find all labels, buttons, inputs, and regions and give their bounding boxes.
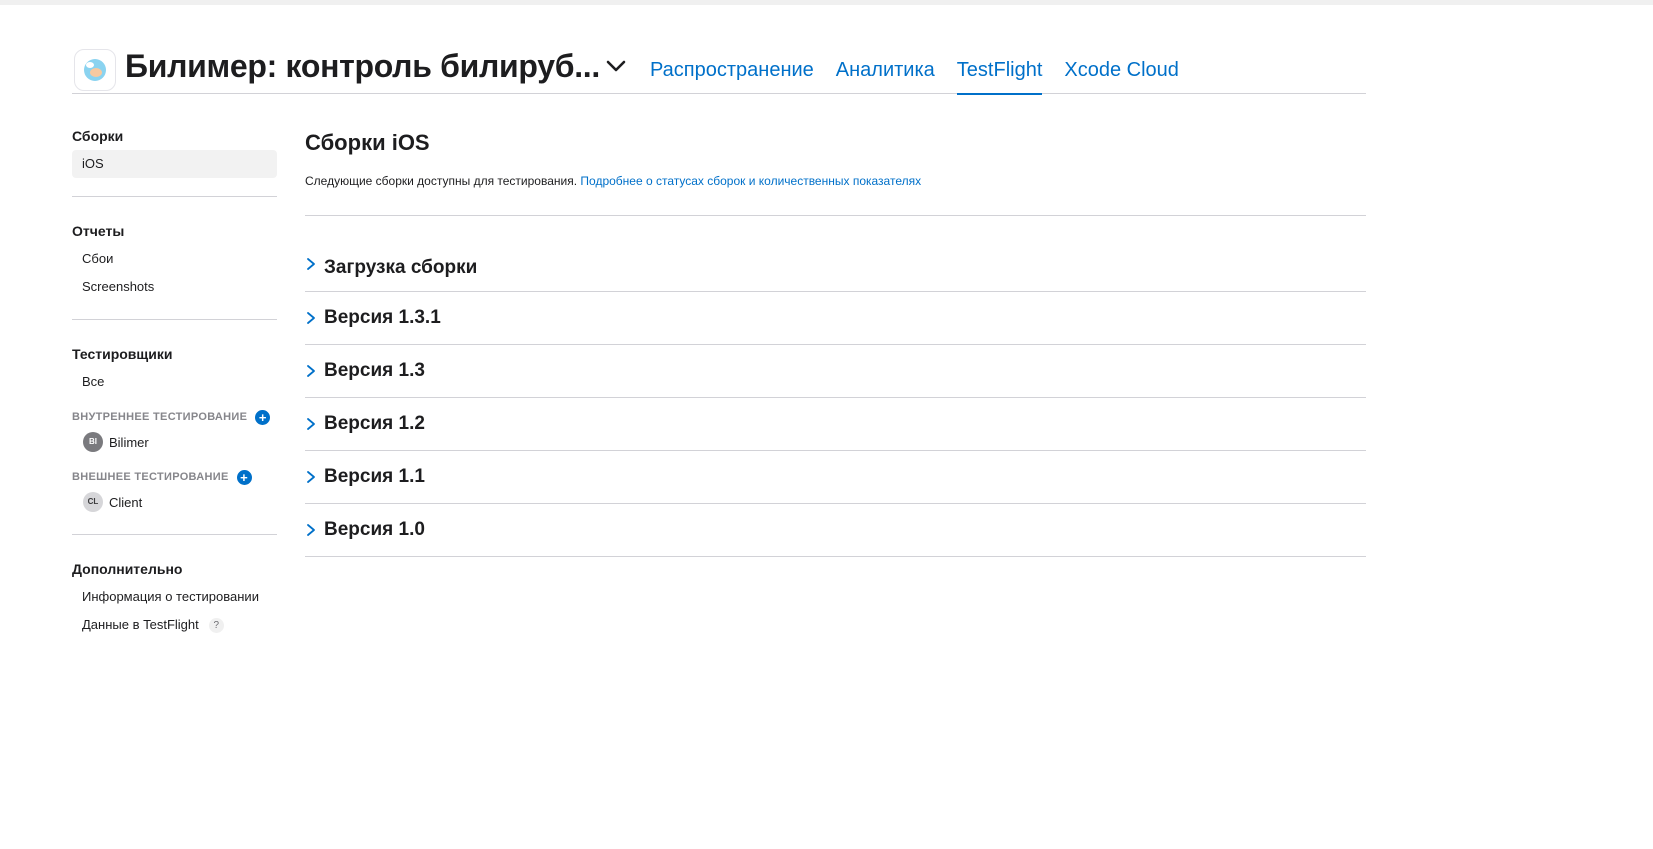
avatar: BI: [83, 432, 103, 452]
section-version-1-0[interactable]: Версия 1.0: [305, 504, 1366, 557]
sidebar-section-reports: Отчеты Сбои Screenshots: [72, 221, 277, 320]
section-version-1-2[interactable]: Версия 1.2: [305, 398, 1366, 451]
sidebar-item-screenshots[interactable]: Screenshots: [72, 273, 277, 301]
internal-testing-label: ВНУТРЕННЕЕ ТЕСТИРОВАНИЕ: [72, 411, 248, 423]
chevron-right-icon: [307, 524, 315, 536]
tab-testflight[interactable]: TestFlight: [956, 40, 1042, 95]
sidebar-item-crashes[interactable]: Сбои: [72, 245, 277, 273]
tab-analytics[interactable]: Аналитика: [836, 40, 935, 94]
app-title: Билимер: контроль билируб...: [125, 48, 600, 84]
section-upload-build[interactable]: Загрузка сборки: [305, 244, 1366, 292]
internal-testing-group: ВНУТРЕННЕЕ ТЕСТИРОВАНИЕ +: [72, 406, 277, 428]
avatar: CL: [83, 492, 103, 512]
external-testing-group: ВНЕШНЕЕ ТЕСТИРОВАНИЕ +: [72, 466, 277, 488]
app-header: Билимер: контроль билируб... Распростран…: [72, 40, 1366, 95]
chevron-right-icon: [307, 365, 315, 377]
chevron-right-icon: [307, 312, 315, 324]
group-name: Client: [109, 494, 143, 510]
top-strip: [0, 0, 1653, 5]
sidebar-item-ios[interactable]: iOS: [72, 150, 277, 178]
sidebar: Сборки iOS Отчеты Сбои Screenshots Тести…: [72, 118, 277, 681]
section-label: Версия 1.3.1: [324, 307, 441, 328]
chevron-down-icon[interactable]: [604, 54, 628, 78]
description-text: Следующие сборки доступны для тестирован…: [305, 174, 578, 188]
chevron-right-icon: [307, 418, 315, 430]
sidebar-heading-builds: Сборки: [72, 128, 124, 144]
tab-xcode-cloud[interactable]: Xcode Cloud: [1064, 40, 1179, 94]
sidebar-item-group-bilimer[interactable]: BI Bilimer: [72, 428, 277, 456]
nav-tabs: Распространение Аналитика TestFlight Xco…: [650, 40, 1179, 95]
main-content: Сборки iOS Следующие сборки доступны для…: [305, 128, 1366, 557]
section-label: Версия 1.1: [324, 466, 425, 487]
sidebar-item-test-information[interactable]: Информация о тестировании: [72, 583, 277, 611]
page-description: Следующие сборки доступны для тестирован…: [305, 172, 1366, 190]
section-label: Загрузка сборки: [324, 257, 478, 278]
sidebar-item-testflight-data[interactable]: Данные в TestFlight?: [72, 611, 277, 639]
app-icon: [74, 49, 116, 91]
divider: [305, 215, 1366, 216]
sidebar-item-group-client[interactable]: CL Client: [72, 488, 277, 516]
external-testing-label: ВНЕШНЕЕ ТЕСТИРОВАНИЕ: [72, 471, 229, 483]
add-internal-group-plus-icon[interactable]: +: [255, 409, 271, 425]
section-version-1-3[interactable]: Версия 1.3: [305, 345, 1366, 398]
chevron-right-icon: [307, 471, 315, 483]
sidebar-heading-additional: Дополнительно: [72, 561, 183, 577]
sidebar-section-builds: Сборки iOS: [72, 126, 277, 197]
section-label: Версия 1.2: [324, 413, 425, 434]
chevron-right-icon: [307, 258, 315, 270]
group-name: Bilimer: [109, 434, 149, 450]
add-external-group-plus-icon[interactable]: +: [236, 469, 252, 485]
help-icon[interactable]: ?: [208, 618, 224, 634]
page-title: Сборки iOS: [305, 130, 430, 155]
sidebar-section-testers: Тестировщики Все ВНУТРЕННЕЕ ТЕСТИРОВАНИЕ…: [72, 344, 277, 535]
tab-distribution[interactable]: Распространение: [650, 40, 814, 94]
section-label: Версия 1.0: [324, 519, 425, 540]
sidebar-section-additional: Дополнительно Информация о тестировании …: [72, 559, 277, 657]
learn-more-link[interactable]: Подробнее о статусах сборок и количестве…: [580, 174, 921, 188]
app-icon-face: [84, 59, 106, 81]
build-versions-list: Загрузка сборки Версия 1.3.1 Версия 1.3 …: [305, 244, 1366, 557]
section-version-1-1[interactable]: Версия 1.1: [305, 451, 1366, 504]
section-version-1-3-1[interactable]: Версия 1.3.1: [305, 292, 1366, 345]
sidebar-item-all-testers[interactable]: Все: [72, 368, 277, 396]
section-label: Версия 1.3: [324, 360, 425, 381]
sidebar-heading-reports: Отчеты: [72, 223, 125, 239]
sidebar-item-label: Данные в TestFlight: [82, 617, 199, 632]
sidebar-heading-testers: Тестировщики: [72, 346, 173, 362]
